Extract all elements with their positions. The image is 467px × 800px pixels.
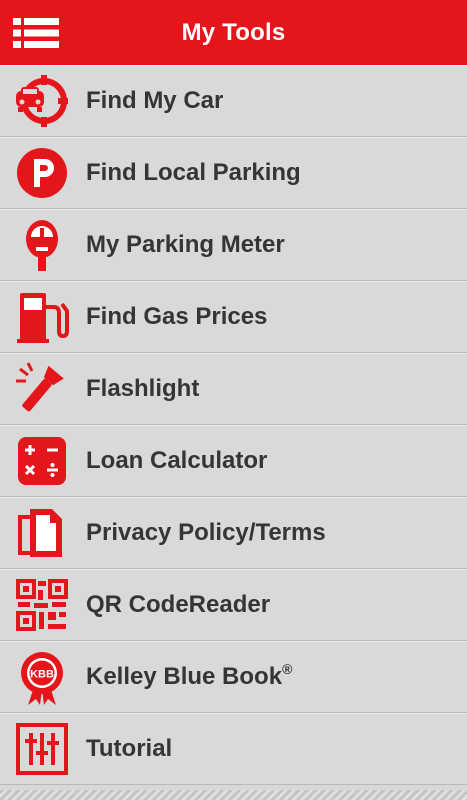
parking-meter-icon xyxy=(14,217,70,273)
tool-item-label: Privacy Policy/Terms xyxy=(86,519,326,546)
tool-item-label: Find Local Parking xyxy=(86,159,301,186)
document-icon xyxy=(14,505,70,561)
tool-item-label: Tutorial xyxy=(86,735,173,762)
tool-item-loan-calculator[interactable]: Loan Calculator xyxy=(0,425,467,497)
app-header: My Tools xyxy=(0,0,467,65)
calculator-icon xyxy=(14,433,70,489)
tool-item-flashlight[interactable]: Flashlight xyxy=(0,353,467,425)
tool-item-kelley-blue-book[interactable]: KBB Kelley Blue Book® xyxy=(0,641,467,713)
sliders-icon xyxy=(14,721,70,777)
list-footer xyxy=(0,790,467,800)
tool-item-find-local-parking[interactable]: Find Local Parking xyxy=(0,137,467,209)
tool-item-label: Find My Car xyxy=(86,87,224,114)
parking-icon xyxy=(14,145,70,201)
tool-item-label-text: Kelley Blue Book xyxy=(86,663,283,690)
tool-item-qr-codereader[interactable]: QR CodeReader xyxy=(0,569,467,641)
tool-item-label: My Parking Meter xyxy=(86,231,285,258)
flashlight-icon xyxy=(14,361,70,417)
gas-pump-icon xyxy=(14,289,70,345)
tool-item-label: Loan Calculator xyxy=(86,447,268,474)
kbb-badge-text: KBB xyxy=(30,669,54,681)
page-title: My Tools xyxy=(181,18,286,46)
tool-item-label: Find Gas Prices xyxy=(86,303,268,330)
tool-item-label: Kelley Blue Book® xyxy=(86,661,293,691)
registered-mark: ® xyxy=(282,661,293,677)
menu-icon[interactable] xyxy=(13,18,59,48)
tool-item-tutorial[interactable]: Tutorial xyxy=(0,713,467,785)
tools-list: Find My Car Find Local Parking My Parkin… xyxy=(0,65,467,785)
tool-item-find-gas-prices[interactable]: Find Gas Prices xyxy=(0,281,467,353)
car-target-icon xyxy=(14,73,70,129)
tool-item-my-parking-meter[interactable]: My Parking Meter xyxy=(0,209,467,281)
tool-item-label: QR CodeReader xyxy=(86,591,271,618)
tool-item-privacy-policy[interactable]: Privacy Policy/Terms xyxy=(0,497,467,569)
kbb-badge-icon: KBB xyxy=(14,649,70,705)
qr-code-icon xyxy=(14,577,70,633)
tool-item-label: Flashlight xyxy=(86,375,200,402)
tool-item-find-my-car[interactable]: Find My Car xyxy=(0,65,467,137)
